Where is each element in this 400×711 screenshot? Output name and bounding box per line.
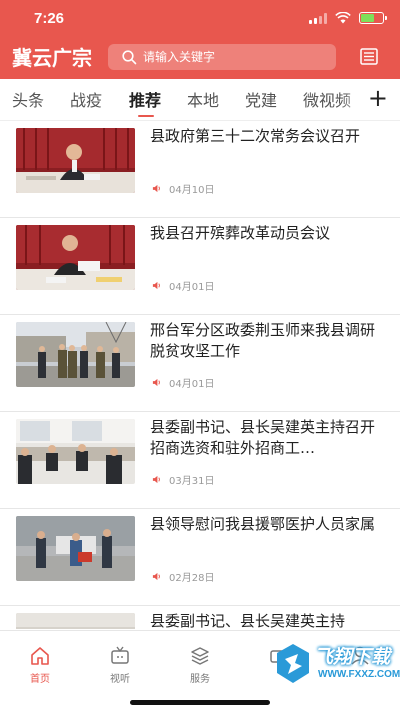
watermark: 飞翔下载 WWW.FXXZ.COM bbox=[274, 638, 400, 692]
speaker-icon[interactable] bbox=[152, 184, 161, 193]
news-item[interactable]: 县委副书记、县长吴建英主持召开招商选资和驻外招商工… 03月31日 bbox=[0, 412, 400, 509]
speaker-icon[interactable] bbox=[152, 572, 161, 581]
home-icon bbox=[31, 647, 49, 665]
speaker-icon[interactable] bbox=[152, 475, 161, 484]
news-meta: 04月01日 bbox=[152, 278, 214, 293]
news-list: 县政府第三十二次常务会议召开 04月10日 我县召开殡葬改革动员会议 04月01… bbox=[0, 121, 400, 629]
signal-icon bbox=[309, 12, 327, 24]
status-bar: 7:26 bbox=[0, 0, 400, 38]
news-item[interactable]: 邢台军分区政委荆玉师来我县调研脱贫攻坚工作 04月01日 bbox=[0, 315, 400, 412]
news-meta: 04月10日 bbox=[152, 181, 214, 196]
news-thumbnail bbox=[16, 128, 135, 193]
news-title[interactable]: 我县召开殡葬改革动员会议 bbox=[150, 223, 382, 244]
speaker-icon[interactable] bbox=[152, 378, 161, 387]
nav-shiting-label: 视听 bbox=[110, 674, 130, 685]
news-thumbnail bbox=[16, 613, 135, 629]
news-meta: 03月31日 bbox=[152, 472, 214, 487]
news-title[interactable]: 县委副书记、县长吴建英主持 bbox=[150, 611, 382, 629]
nav-fuwu[interactable]: 服务 bbox=[170, 645, 230, 685]
wifi-icon bbox=[335, 12, 351, 24]
service-icon bbox=[191, 647, 209, 665]
home-indicator bbox=[130, 700, 270, 705]
news-title[interactable]: 县领导慰问我县援鄂医护人员家属 bbox=[150, 514, 382, 535]
news-date: 04月01日 bbox=[169, 282, 215, 293]
news-item[interactable]: 县政府第三十二次常务会议召开 04月10日 bbox=[0, 121, 400, 218]
news-date: 02月28日 bbox=[169, 573, 215, 584]
news-item[interactable]: 我县召开殡葬改革动员会议 04月01日 bbox=[0, 218, 400, 315]
nav-shiting[interactable]: 视听 bbox=[90, 645, 150, 685]
active-tab-indicator bbox=[138, 115, 154, 117]
channel-tabs: 头条 战疫 推荐 本地 党建 微视频 + bbox=[0, 79, 400, 121]
news-thumbnail bbox=[16, 322, 135, 387]
nav-home[interactable]: 首页 bbox=[10, 645, 70, 685]
tabs-fade bbox=[340, 79, 370, 119]
news-date: 04月01日 bbox=[169, 379, 215, 390]
news-meta: 02月28日 bbox=[152, 569, 214, 584]
tab-dangjian[interactable]: 党建 bbox=[245, 87, 277, 111]
news-title[interactable]: 县委副书记、县长吴建英主持召开招商选资和驻外招商工… bbox=[150, 417, 382, 459]
status-icons bbox=[309, 12, 387, 24]
watermark-url: WWW.FXXZ.COM bbox=[318, 669, 400, 680]
news-date: 04月10日 bbox=[169, 185, 215, 196]
tab-tuijian[interactable]: 推荐 bbox=[129, 87, 161, 111]
message-list-icon[interactable] bbox=[360, 48, 378, 65]
news-item[interactable]: 县委副书记、县长吴建英主持 bbox=[0, 606, 400, 629]
tv-icon bbox=[111, 646, 129, 664]
tab-zhanyi[interactable]: 战疫 bbox=[70, 87, 102, 111]
news-item[interactable]: 县领导慰问我县援鄂医护人员家属 02月28日 bbox=[0, 509, 400, 606]
search-input[interactable] bbox=[143, 50, 323, 64]
battery-icon bbox=[359, 12, 387, 24]
news-meta: 04月01日 bbox=[152, 375, 214, 390]
news-thumbnail bbox=[16, 225, 135, 290]
nav-fuwu-label: 服务 bbox=[190, 674, 210, 685]
speaker-icon[interactable] bbox=[152, 281, 161, 290]
nav-home-label: 首页 bbox=[30, 674, 50, 685]
watermark-text: 飞翔下载 bbox=[314, 646, 391, 668]
app-header: 7:26 冀云广宗 bbox=[0, 0, 400, 79]
search-bar[interactable] bbox=[108, 44, 336, 70]
app-bar: 冀云广宗 bbox=[0, 40, 400, 74]
news-title[interactable]: 县政府第三十二次常务会议召开 bbox=[150, 126, 382, 147]
search-icon bbox=[122, 49, 137, 64]
tab-bendi[interactable]: 本地 bbox=[187, 87, 219, 111]
tab-toutiao[interactable]: 头条 bbox=[12, 87, 44, 111]
news-title[interactable]: 邢台军分区政委荆玉师来我县调研脱贫攻坚工作 bbox=[150, 320, 382, 362]
status-time: 7:26 bbox=[34, 10, 65, 27]
watermark-logo-icon bbox=[277, 644, 309, 683]
app-logo: 冀云广宗 bbox=[12, 46, 92, 70]
news-thumbnail bbox=[16, 419, 135, 484]
news-date: 03月31日 bbox=[169, 476, 215, 487]
news-thumbnail bbox=[16, 516, 135, 581]
add-channel-button[interactable]: + bbox=[368, 84, 388, 112]
